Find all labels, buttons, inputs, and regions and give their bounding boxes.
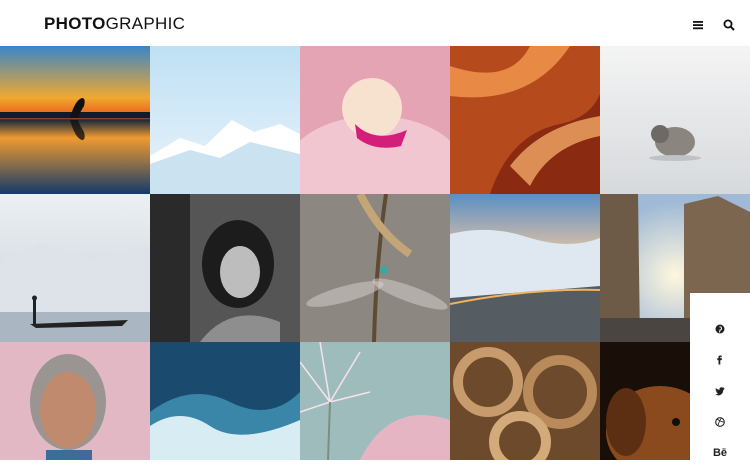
dribbble-icon[interactable]	[690, 408, 750, 436]
photo-coiled-ropes[interactable]	[450, 342, 600, 460]
photo-ocean-waves[interactable]	[150, 342, 300, 460]
photo-elderly-woman-portrait[interactable]	[0, 342, 150, 460]
photo-yoga-sunset-lake[interactable]	[0, 46, 150, 194]
logo-light-text: GRAPHIC	[105, 14, 186, 33]
photo-pink-flower-bloom[interactable]	[300, 342, 450, 460]
photo-grid	[0, 46, 750, 460]
search-icon[interactable]	[723, 18, 735, 31]
facebook-icon[interactable]	[690, 346, 750, 374]
photo-pink-flamingo[interactable]	[300, 46, 450, 194]
photo-girl-black-white-portrait[interactable]	[150, 194, 300, 342]
photo-sea-of-clouds-road[interactable]	[450, 194, 600, 342]
photo-fisherman-on-misty-lake[interactable]	[0, 194, 150, 342]
social-links-panel: Bē	[690, 293, 750, 460]
hamburger-menu-icon[interactable]	[692, 18, 704, 30]
behance-label: Bē	[712, 447, 728, 459]
pinterest-icon[interactable]	[690, 315, 750, 343]
photo-snowy-mountains[interactable]	[150, 46, 300, 194]
photo-small-bird-on-snow[interactable]	[600, 46, 750, 194]
site-logo[interactable]: PHOTOGRAPHIC	[44, 14, 185, 34]
photo-dragonfly-on-grass[interactable]	[300, 194, 450, 342]
logo-bold-text: PHOTO	[44, 14, 106, 33]
site-header: PHOTOGRAPHIC	[0, 0, 750, 46]
twitter-icon[interactable]	[690, 377, 750, 405]
photo-red-rock-canyon[interactable]	[450, 46, 600, 194]
behance-icon[interactable]: Bē	[690, 439, 750, 467]
